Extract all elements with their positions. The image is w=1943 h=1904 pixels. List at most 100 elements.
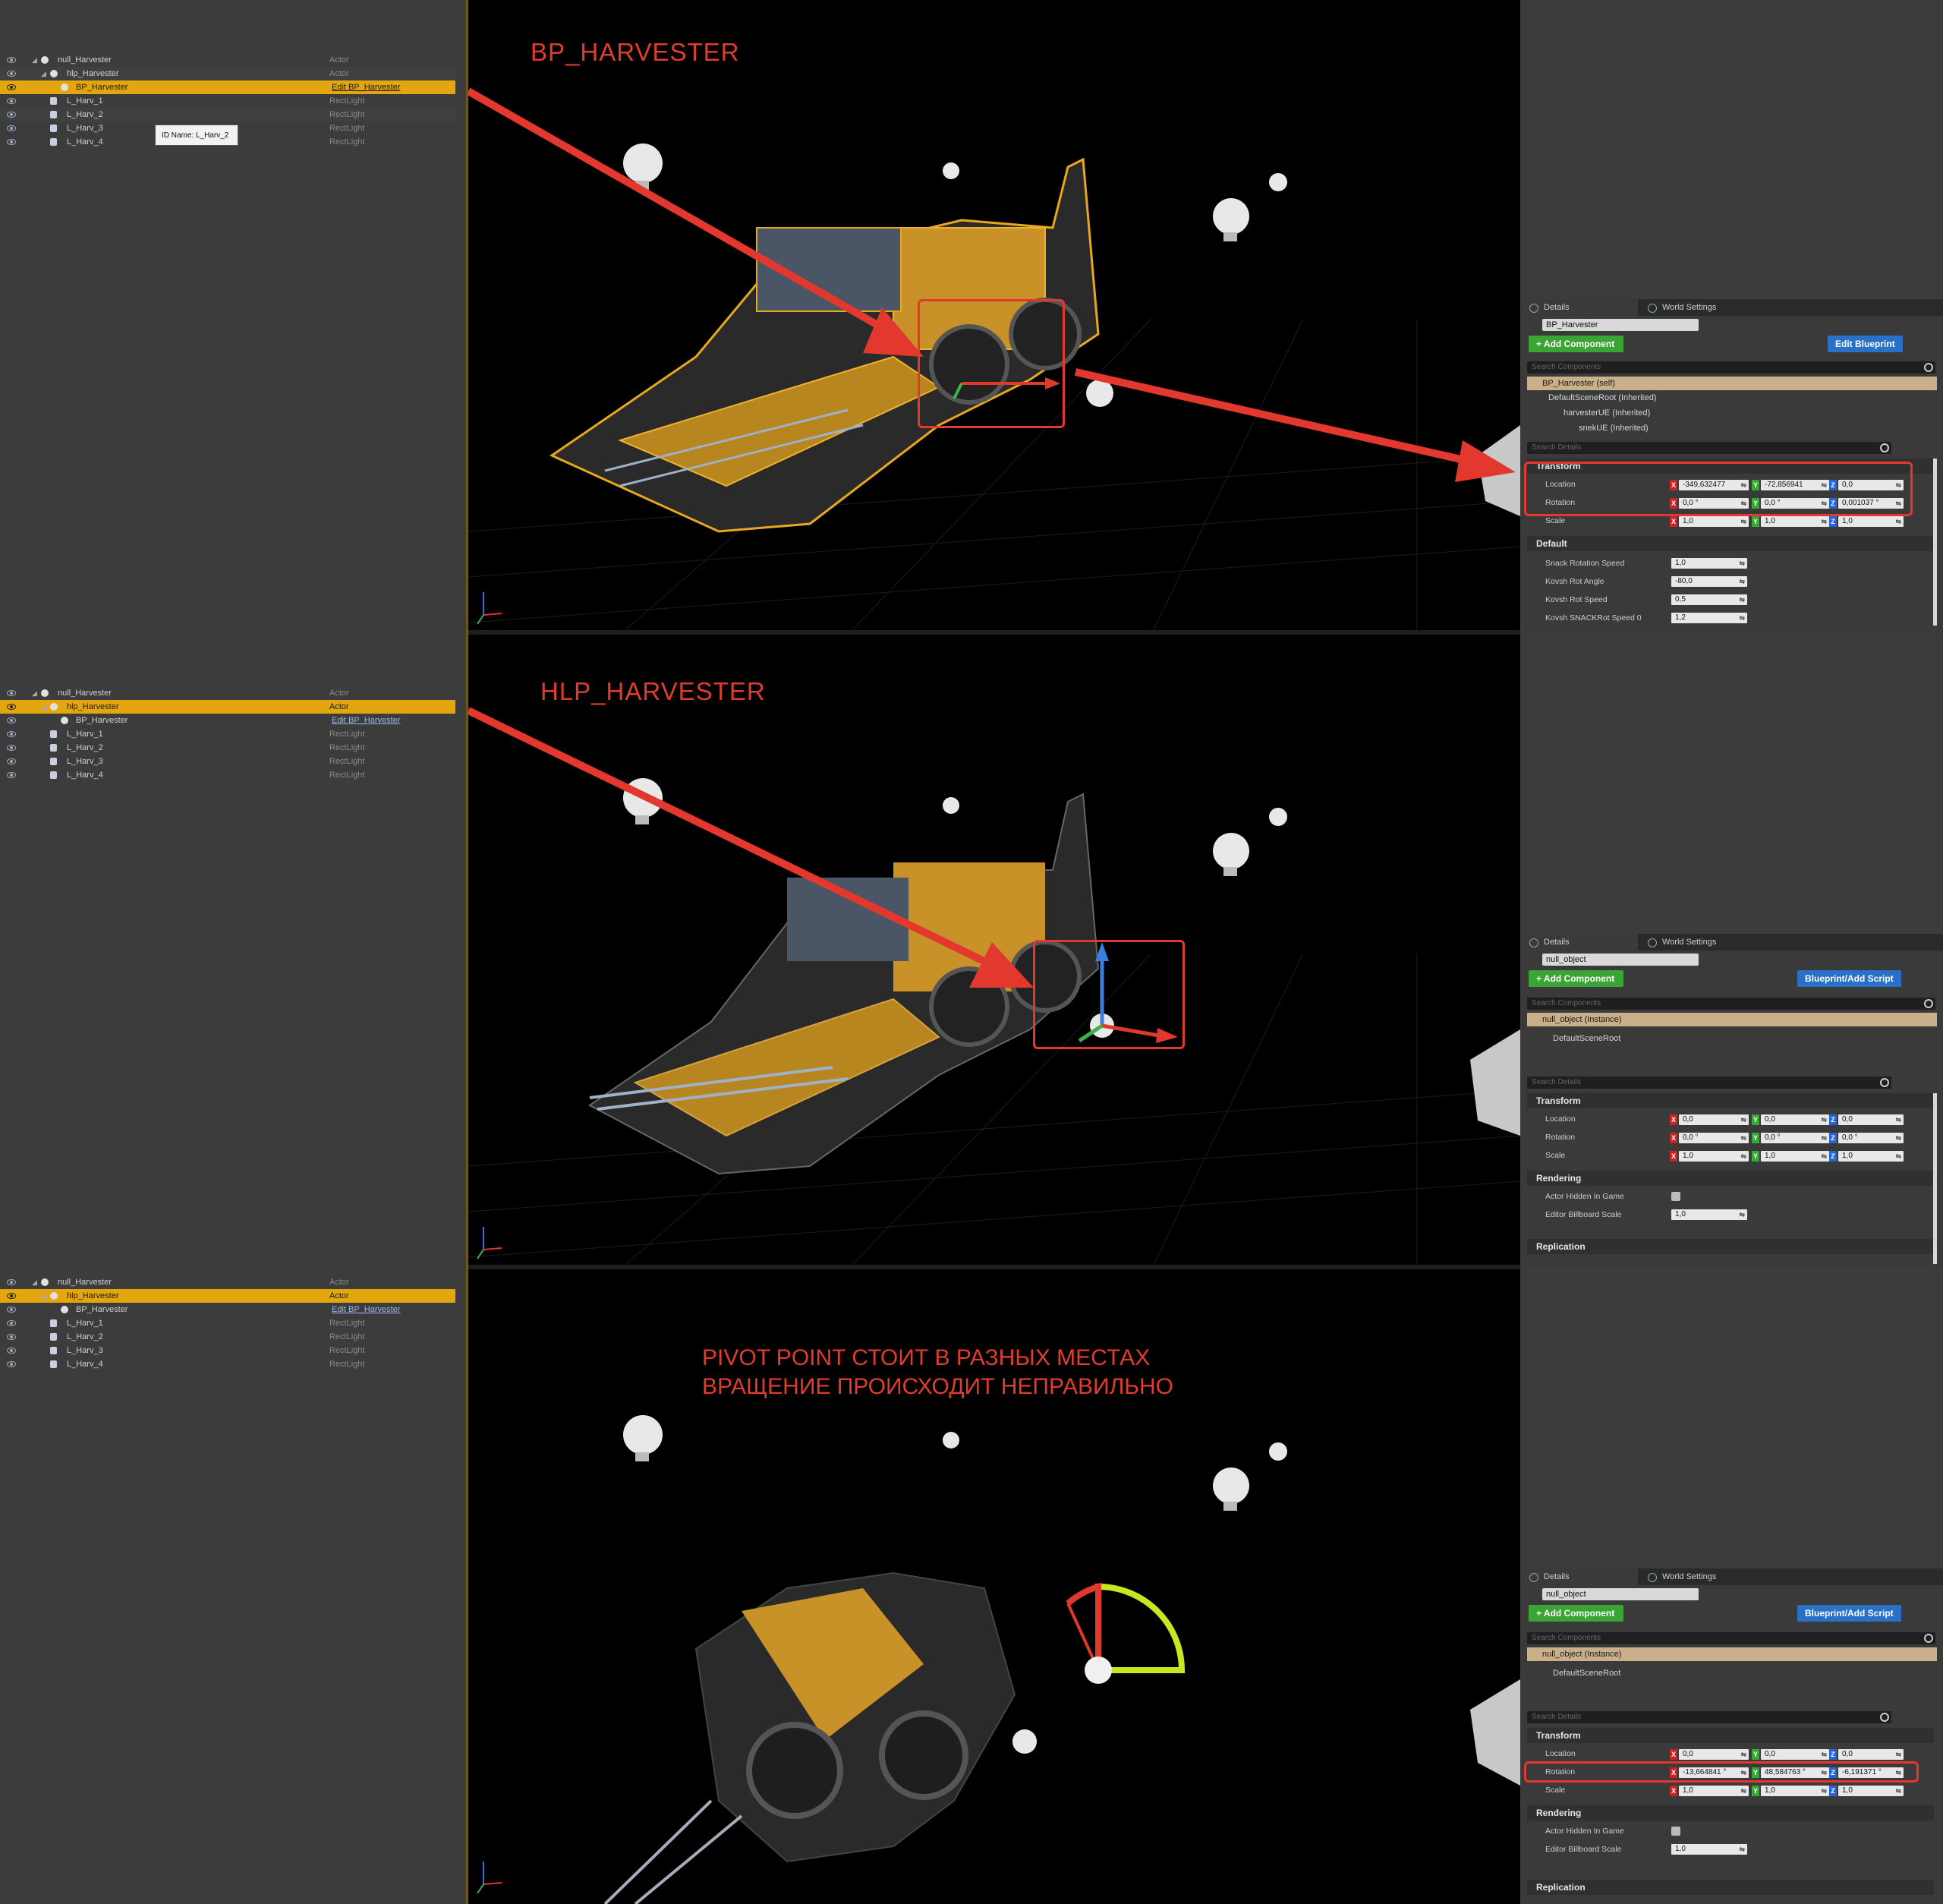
property-value-field[interactable]: 0,5 (1671, 594, 1747, 605)
outliner-row[interactable]: ◢ null_Harvester Actor (0, 1275, 455, 1289)
tab-details[interactable]: Details (1523, 299, 1638, 316)
tab-details[interactable]: Details (1523, 1568, 1638, 1585)
visibility-eye-icon[interactable] (7, 730, 16, 737)
add-component-button[interactable]: + Add Component (1529, 970, 1624, 987)
edit-blueprint-button[interactable]: Edit Blueprint (1828, 336, 1903, 352)
visibility-eye-icon[interactable] (7, 1333, 16, 1340)
light-bulb-icon[interactable] (1213, 833, 1249, 876)
location-y-field[interactable]: 0,0 (1761, 1749, 1829, 1760)
actor-hidden-checkbox[interactable] (1671, 1827, 1680, 1836)
outliner-row[interactable]: L_Harv_2 RectLight (0, 1330, 455, 1344)
light-bulb-icon[interactable] (943, 1432, 959, 1448)
add-component-button[interactable]: + Add Component (1529, 1605, 1624, 1622)
visibility-eye-icon[interactable] (7, 97, 16, 104)
property-value-field[interactable]: 1,2 (1671, 613, 1747, 623)
component-item[interactable]: DefaultSceneRoot (1553, 1667, 1620, 1679)
visibility-eye-icon[interactable] (7, 689, 16, 696)
visibility-eye-icon[interactable] (7, 1278, 16, 1285)
outliner-row[interactable]: BP_Harvester Edit BP_Harvester (0, 714, 455, 727)
component-item[interactable]: DefaultSceneRoot (Inherited) (1548, 392, 1656, 404)
harvester-model[interactable] (603, 1571, 1016, 1904)
location-y-field[interactable]: 0,0 (1761, 1114, 1829, 1125)
expand-arrow-icon[interactable]: ◢ (32, 53, 37, 67)
outliner-row[interactable]: ◢ null_Harvester Actor (0, 53, 455, 67)
edit-blueprint-link[interactable]: Edit BP_Harvester (332, 1303, 400, 1316)
object-name-field[interactable]: BP_Harvester (1542, 319, 1699, 331)
blueprint-add-script-button[interactable]: Blueprint/Add Script (1797, 970, 1901, 987)
search-components-input[interactable]: Search Components (1527, 998, 1935, 1010)
property-value-field[interactable]: -80,0 (1671, 576, 1747, 587)
edit-blueprint-link[interactable]: Edit BP_Harvester (332, 80, 400, 94)
scale-z-field[interactable]: 1,0 (1838, 1786, 1904, 1796)
location-z-field[interactable]: 0,0 (1838, 1114, 1904, 1125)
visibility-eye-icon[interactable] (7, 703, 16, 710)
search-details-input[interactable]: Search Details (1527, 442, 1891, 454)
scale-label[interactable]: Scale (1545, 1149, 1565, 1162)
outliner-row[interactable]: L_Harv_1 RectLight (0, 727, 455, 741)
section-rendering[interactable]: Rendering (1527, 1171, 1934, 1186)
light-bulb-icon[interactable] (623, 1415, 663, 1461)
search-details-input[interactable]: Search Details (1527, 1711, 1891, 1723)
component-self-row[interactable]: null_object (Instance) (1527, 1647, 1937, 1661)
outliner-row[interactable]: ◢ null_Harvester Actor (0, 686, 455, 700)
rotation-x-field[interactable]: 0,0 ° (1679, 1133, 1749, 1143)
scale-y-field[interactable]: 1,0 (1761, 516, 1829, 527)
section-replication[interactable]: Replication (1527, 1880, 1934, 1895)
visibility-eye-icon[interactable] (7, 125, 16, 131)
location-x-field[interactable]: 0,0 (1679, 1749, 1749, 1760)
section-rendering[interactable]: Rendering (1527, 1805, 1934, 1820)
search-components-input[interactable]: Search Components (1527, 361, 1935, 374)
scale-z-field[interactable]: 1,0 (1838, 516, 1904, 527)
component-item[interactable]: snekUE (Inherited) (1579, 422, 1649, 434)
section-transform[interactable]: Transform (1527, 1728, 1934, 1743)
outliner-row[interactable]: L_Harv_2 RectLight (0, 108, 455, 121)
scale-label[interactable]: Scale (1545, 1784, 1565, 1796)
expand-arrow-icon[interactable]: ◢ (41, 700, 46, 714)
scale-x-field[interactable]: 1,0 (1679, 516, 1749, 527)
search-details-input[interactable]: Search Details (1527, 1077, 1891, 1089)
search-components-input[interactable]: Search Components (1527, 1632, 1935, 1644)
outliner-row-selected[interactable]: ◢ hlp_Harvester Actor (0, 1289, 455, 1303)
visibility-eye-icon[interactable] (7, 1306, 16, 1313)
visibility-eye-icon[interactable] (7, 138, 16, 145)
expand-arrow-icon[interactable]: ◢ (41, 1289, 46, 1303)
tab-world-settings[interactable]: World Settings (1641, 1568, 1762, 1585)
component-item[interactable]: DefaultSceneRoot (1553, 1032, 1620, 1045)
visibility-eye-icon[interactable] (7, 758, 16, 764)
light-bulb-icon[interactable] (1213, 198, 1249, 241)
scale-y-field[interactable]: 1,0 (1761, 1151, 1829, 1162)
rotation-z-field[interactable]: 0,0 ° (1838, 1133, 1904, 1143)
add-component-button[interactable]: + Add Component (1529, 336, 1624, 352)
visibility-eye-icon[interactable] (7, 70, 16, 77)
tab-world-settings[interactable]: World Settings (1641, 934, 1762, 950)
viewport-3[interactable]: PIVOT POINT СТОИТ В РАЗНЫХ МЕСТАХ ВРАЩЕН… (466, 1269, 1520, 1904)
billboard-scale-field[interactable]: 1,0 (1671, 1844, 1747, 1855)
rotation-y-field[interactable]: 0,0 ° (1761, 1133, 1829, 1143)
location-label[interactable]: Location (1545, 1748, 1576, 1760)
object-name-field[interactable]: null_object (1542, 954, 1699, 966)
light-bulb-icon[interactable] (1269, 173, 1287, 191)
expand-arrow-icon[interactable]: ◢ (41, 67, 46, 80)
outliner-row[interactable]: L_Harv_2 RectLight (0, 741, 455, 755)
outliner-row[interactable]: L_Harv_4 RectLight (0, 768, 455, 782)
outliner-row[interactable]: BP_Harvester Edit BP_Harvester (0, 1303, 455, 1316)
section-replication[interactable]: Replication (1527, 1239, 1934, 1254)
location-z-field[interactable]: 0,0 (1838, 1749, 1904, 1760)
blueprint-add-script-button[interactable]: Blueprint/Add Script (1797, 1605, 1901, 1622)
visibility-eye-icon[interactable] (7, 1319, 16, 1326)
expand-arrow-icon[interactable]: ◢ (32, 686, 37, 700)
billboard-scale-field[interactable]: 1,0 (1671, 1209, 1747, 1220)
component-item[interactable]: harvesterUE (Inherited) (1564, 407, 1650, 419)
expand-arrow-icon[interactable]: ◢ (32, 1275, 37, 1289)
visibility-eye-icon[interactable] (7, 771, 16, 778)
visibility-eye-icon[interactable] (7, 717, 16, 723)
outliner-row[interactable]: ◢ hlp_Harvester Actor (0, 67, 455, 80)
tab-details[interactable]: Details (1523, 934, 1638, 950)
outliner-row[interactable]: L_Harv_4 RectLight (0, 1357, 455, 1371)
light-bulb-icon[interactable] (943, 162, 959, 179)
component-self-row[interactable]: null_object (Instance) (1527, 1013, 1937, 1026)
light-bulb-icon[interactable] (943, 797, 959, 814)
scale-x-field[interactable]: 1,0 (1679, 1151, 1749, 1162)
outliner-row-selected[interactable]: ◢ hlp_Harvester Actor (0, 700, 455, 714)
actor-hidden-checkbox[interactable] (1671, 1192, 1680, 1201)
